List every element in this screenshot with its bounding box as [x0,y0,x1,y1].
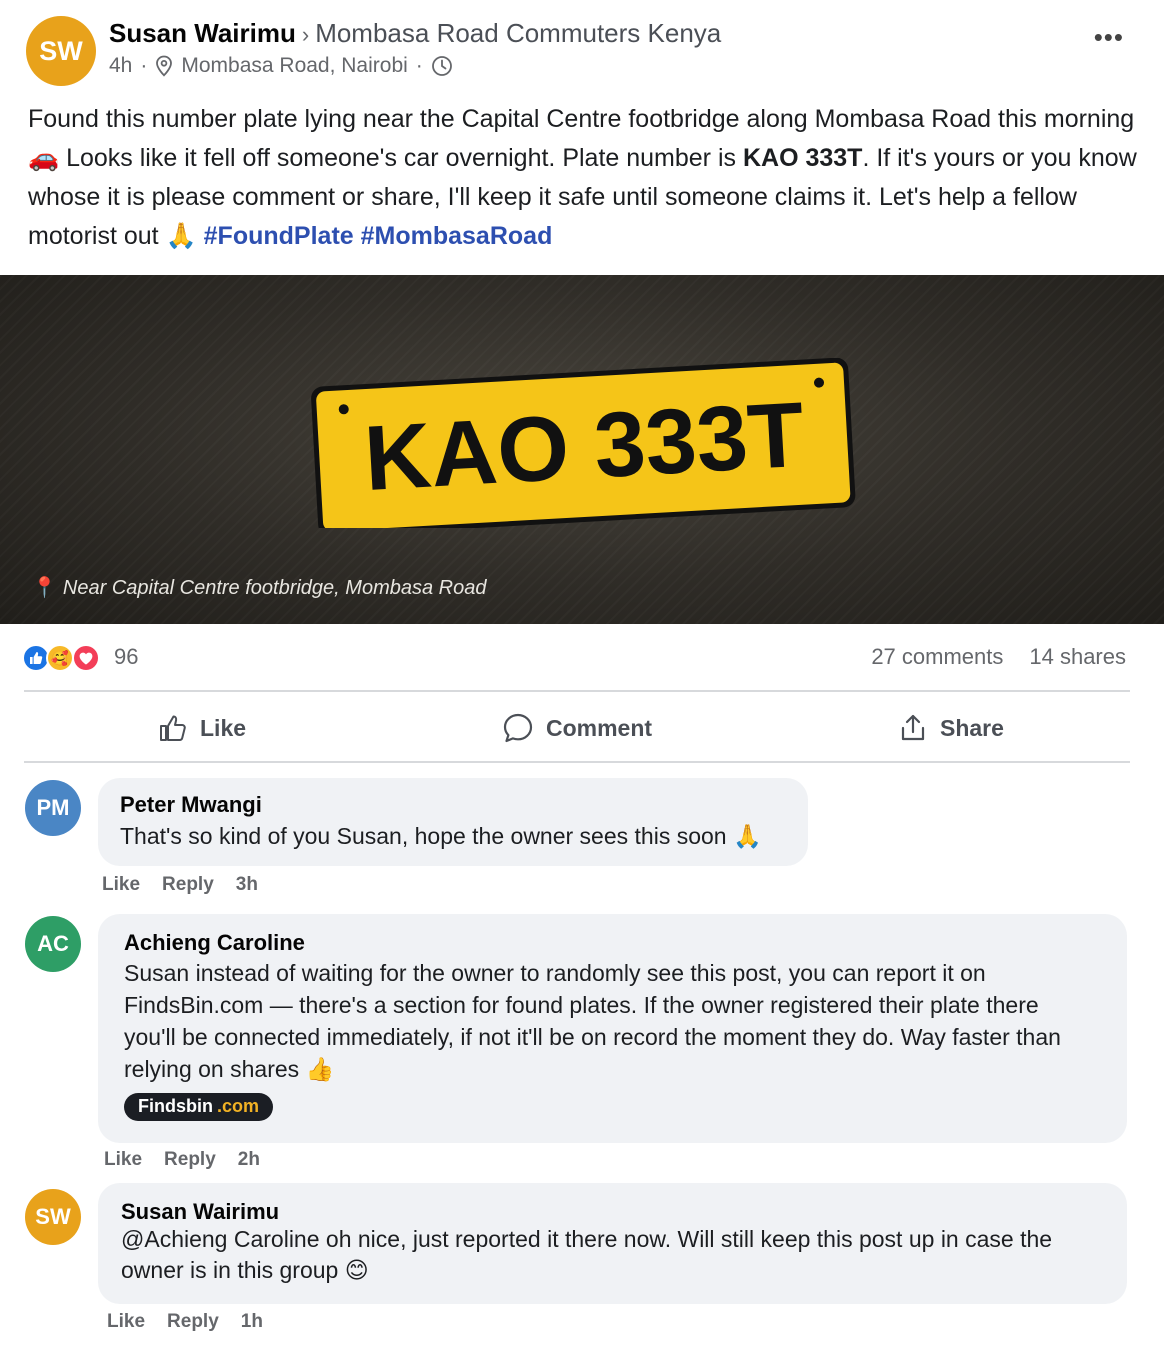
divider [24,761,1130,763]
commenter-name[interactable]: Peter Mwangi [120,792,786,818]
comment-text: Susan instead of waiting for the owner t… [124,960,1061,1082]
comment-like-link[interactable]: Like [107,1311,145,1332]
comment-like-link[interactable]: Like [102,874,140,895]
share-button[interactable]: Share [898,694,1004,762]
photo-caption-text: Near Capital Centre footbridge, Mombasa … [62,577,487,599]
post-text-part: Found this number plate lying near the C… [28,105,1135,133]
more-options-icon[interactable]: ••• [1094,22,1124,53]
like-button[interactable]: Like [158,694,246,762]
clock-icon [431,56,452,76]
comment-reply-link[interactable]: Reply [162,874,214,895]
comment-reply-link[interactable]: Reply [164,1149,216,1170]
comment-button-label: Comment [546,714,653,741]
post-action-bar: Like Comment Share [24,694,1130,762]
love-reaction-icon [72,644,100,672]
chevron-right-icon: › [301,22,310,47]
post-meta: 4h · Mombasa Road, Nairobi · [109,54,453,78]
comment-time[interactable]: 3h [236,874,258,895]
post-header: SW Susan Wairimu › Mombasa Road Commuters … [26,16,1146,88]
post-body-text: Found this number plate lying near the C… [28,100,1138,256]
reaction-icons[interactable]: 🥰 [22,644,102,672]
commenter-name[interactable]: Susan Wairimu [121,1199,1104,1225]
comment-button[interactable]: Comment [502,694,652,762]
hashtag-link[interactable]: #MombasaRoad [361,222,553,250]
post-location[interactable]: Mombasa Road, Nairobi [181,54,407,78]
badge-domain: .com [217,1096,260,1116]
hashtag-link[interactable]: #FoundPlate [204,222,354,250]
separator-dot: · [140,54,148,77]
red-pin-icon: 📍 [32,577,57,599]
speech-bubble-icon [503,713,533,743]
location-pin-icon [156,55,173,77]
comment-time[interactable]: 2h [238,1149,260,1170]
plate-number-text: KAO 333T [742,144,863,172]
findsbin-link-badge[interactable]: Findsbin .com [124,1093,274,1121]
commenter-name[interactable]: Achieng Caroline [124,930,1101,956]
group-name[interactable]: Mombasa Road Commuters Kenya [315,18,721,48]
comment-bubble: Susan Wairimu @Achieng Caroline oh nice,… [98,1183,1127,1304]
share-count-link[interactable]: 14 shares [1029,644,1126,669]
comment-bubble: Achieng Caroline Susan instead of waitin… [98,914,1127,1143]
comment-text: @Achieng Caroline oh nice, just reported… [121,1226,1053,1283]
reaction-count[interactable]: 96 [114,644,138,670]
like-button-label: Like [200,714,247,741]
commenter-avatar[interactable]: SW [25,1189,81,1245]
comment-text: That's so kind of you Susan, hope the ow… [120,823,762,849]
post-time[interactable]: 4h [109,54,132,78]
share-upload-icon [901,714,925,741]
comment-meta: Like Reply 1h [107,1311,285,1333]
share-button-label: Share [940,714,1004,741]
commenter-avatar[interactable]: PM [25,780,81,836]
comment-reply-link[interactable]: Reply [167,1311,219,1332]
post-title-line: Susan Wairimu › Mombasa Road Commuters Ken… [109,18,721,49]
pray-emoji: 🙏 [165,222,197,250]
commenter-avatar[interactable]: AC [25,916,81,972]
car-emoji: 🚗 [28,144,60,172]
separator-dot: · [415,54,423,77]
thumbs-up-icon [160,715,186,741]
comment-time[interactable]: 1h [241,1311,263,1332]
photo-caption: 📍 Near Capital Centre footbridge, Mombasa… [32,575,486,600]
author-avatar[interactable]: SW [26,16,96,86]
reaction-stats-bar: 🥰 96 27 comments 14 shares [22,640,1130,676]
comment-count-link[interactable]: 27 comments [871,644,1003,669]
comment-meta: Like Reply 2h [104,1149,282,1171]
comment-like-link[interactable]: Like [104,1149,142,1170]
post-text-part: Looks like it fell off someone's car ove… [59,144,743,172]
engagement-counts: 27 comments 14 shares [871,644,1126,670]
care-reaction-icon: 🥰 [46,644,74,672]
number-plate-image: KAO 333T [311,358,856,528]
comment-meta: Like Reply 3h [102,874,280,896]
divider [24,690,1130,692]
author-name[interactable]: Susan Wairimu [109,18,296,48]
comment-bubble: Peter Mwangi That's so kind of you Susan… [98,778,808,866]
badge-name: Findsbin [138,1096,213,1116]
